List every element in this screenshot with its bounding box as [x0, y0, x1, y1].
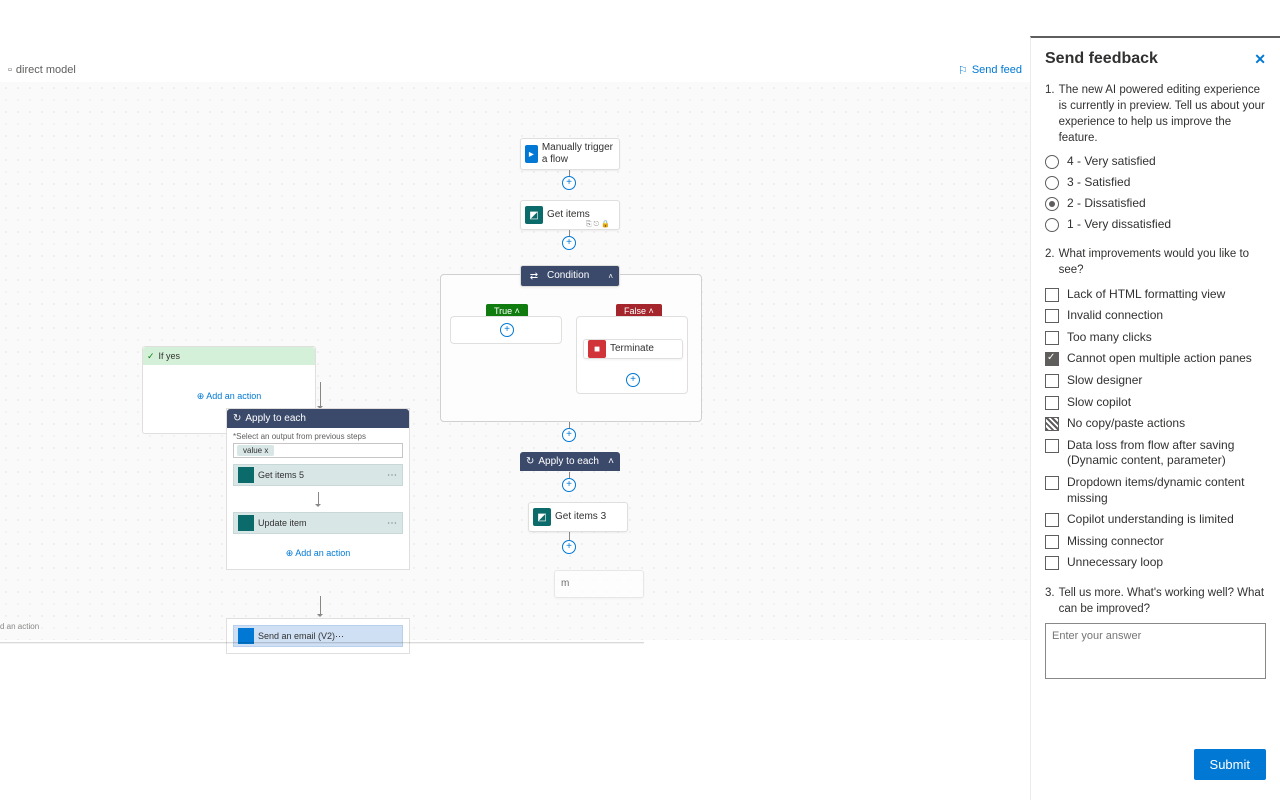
false-branch: ■ Terminate +: [576, 316, 688, 394]
checkbox-icon: [1045, 535, 1059, 549]
radio-icon: [1045, 218, 1059, 232]
terminate-icon: ■: [588, 340, 606, 358]
feedback-textarea[interactable]: [1045, 623, 1266, 679]
checkbox-icon: [1045, 556, 1059, 570]
radio-icon: [1045, 155, 1059, 169]
rating-option[interactable]: 1 - Very dissatisfied: [1045, 217, 1266, 232]
add-step-button[interactable]: +: [562, 428, 576, 442]
improvement-option[interactable]: Dropdown items/dynamic content missing: [1045, 475, 1266, 506]
more-icon[interactable]: ⋯: [387, 518, 398, 529]
sharepoint-icon: ◩: [525, 206, 543, 224]
add-step-button[interactable]: +: [562, 236, 576, 250]
sharepoint-icon: [238, 515, 254, 531]
add-step-button[interactable]: +: [562, 478, 576, 492]
get-items-3-card[interactable]: ◩ Get items 3: [528, 502, 628, 532]
rating-option[interactable]: 4 - Very satisfied: [1045, 154, 1266, 169]
condition-icon: ⇄: [525, 267, 543, 285]
check-icon: ✓: [147, 351, 155, 362]
checkbox-icon: [1045, 417, 1059, 431]
question-3: 3.Tell us more. What's working well? Wha…: [1045, 585, 1266, 617]
trigger-card[interactable]: ▸ Manually trigger a flow: [520, 138, 620, 170]
add-step-button[interactable]: +: [500, 323, 514, 337]
send-email-action[interactable]: Send an email (V2) ⋯: [226, 618, 410, 654]
more-icon[interactable]: ⋯: [387, 470, 398, 481]
rating-option[interactable]: 3 - Satisfied: [1045, 175, 1266, 190]
improvement-option[interactable]: Invalid connection: [1045, 308, 1266, 324]
checkbox-icon: [1045, 374, 1059, 388]
radio-icon: [1045, 197, 1059, 211]
window-edge: [0, 642, 644, 644]
question-1: 1.The new AI powered editing experience …: [1045, 82, 1266, 146]
improvement-option[interactable]: Missing connector: [1045, 534, 1266, 550]
more-icon[interactable]: ⋯: [335, 631, 344, 642]
add-step-button[interactable]: +: [562, 176, 576, 190]
checkbox-icon: [1045, 331, 1059, 345]
improvement-option[interactable]: Slow designer: [1045, 373, 1266, 389]
improvement-option[interactable]: Cannot open multiple action panes: [1045, 351, 1266, 367]
add-step-button[interactable]: +: [626, 373, 640, 387]
improvement-option[interactable]: Copilot understanding is limited: [1045, 512, 1266, 528]
radio-icon: [1045, 176, 1059, 190]
page-title: direct model: [16, 64, 76, 76]
condition-card[interactable]: ⇄ Condition ˄: [520, 265, 620, 287]
apply-to-each-classic[interactable]: ↻Apply to each *Select an output from pr…: [226, 408, 410, 570]
connector-arrow: [318, 492, 319, 506]
checkbox-icon: [1045, 476, 1059, 490]
close-icon[interactable]: ✕: [1254, 51, 1266, 68]
select-output-label: *Select an output from previous steps: [227, 428, 409, 441]
improvement-option[interactable]: No copy/paste actions: [1045, 416, 1266, 432]
improvement-option[interactable]: Slow copilot: [1045, 395, 1266, 411]
truncated-label: d an action: [0, 622, 39, 631]
send-feedback-link[interactable]: ⚐ Send feed: [958, 64, 1022, 77]
add-step-button[interactable]: +: [562, 540, 576, 554]
connector-arrow: [320, 596, 321, 616]
checkbox-icon: [1045, 309, 1059, 323]
feedback-panel: Send feedback ✕ 1.The new AI powered edi…: [1030, 36, 1280, 800]
terminate-card[interactable]: ■ Terminate: [583, 339, 683, 359]
card-status-icons: ⎘ ⎋ 🔒: [586, 220, 610, 229]
doc-icon: ▫: [8, 64, 12, 76]
sharepoint-icon: ◩: [533, 508, 551, 526]
trigger-icon: ▸: [525, 145, 538, 163]
checkbox-icon: [1045, 396, 1059, 410]
chevron-up-icon: ˄: [602, 272, 619, 281]
loop-icon: ↻: [526, 456, 534, 467]
checkbox-icon: [1045, 439, 1059, 453]
feedback-icon: ⚐: [958, 64, 968, 77]
sharepoint-icon: [238, 467, 254, 483]
improvement-option[interactable]: Data loss from flow after saving (Dynami…: [1045, 438, 1266, 469]
true-branch: +: [450, 316, 562, 344]
rating-option[interactable]: 2 - Dissatisfied: [1045, 196, 1266, 211]
question-2: 2.What improvements would you like to se…: [1045, 246, 1266, 278]
checkbox-icon: [1045, 288, 1059, 302]
connector-arrow: [320, 382, 321, 408]
loop-icon: ↻: [233, 413, 241, 424]
chevron-up-icon: ˄: [608, 456, 614, 467]
partial-card: m: [554, 570, 644, 598]
breadcrumb: ▫ direct model: [8, 64, 76, 76]
improvement-option[interactable]: Unnecessary loop: [1045, 555, 1266, 571]
apply-to-each-card[interactable]: ↻Apply to each˄: [520, 452, 620, 471]
checkbox-icon: [1045, 513, 1059, 527]
panel-title: Send feedback ✕: [1045, 50, 1266, 68]
checkbox-icon: [1045, 352, 1059, 366]
update-item-action[interactable]: Update item ⋯: [233, 512, 403, 534]
add-action-link[interactable]: ⊕ Add an action: [227, 548, 409, 559]
get-items-5-action[interactable]: Get items 5 ⋯: [233, 464, 403, 486]
add-action-link[interactable]: ⊕ Add an action: [143, 391, 315, 402]
flow-canvas[interactable]: ▸ Manually trigger a flow + ◩ Get items …: [0, 82, 1030, 640]
submit-button[interactable]: Submit: [1194, 749, 1266, 780]
improvement-option[interactable]: Lack of HTML formatting view: [1045, 287, 1266, 303]
improvement-option[interactable]: Too many clicks: [1045, 330, 1266, 346]
value-token-row[interactable]: value x: [233, 443, 403, 458]
